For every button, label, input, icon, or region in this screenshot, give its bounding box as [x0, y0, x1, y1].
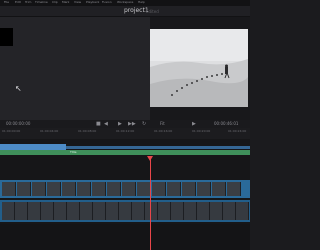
clip-frame-thumbnail: [236, 202, 249, 220]
ruler-tick: 01:00:24:00: [228, 129, 247, 133]
cursor-icon: ↖: [15, 84, 22, 93]
ruler-tick: 01:00:12:00: [116, 129, 135, 133]
clip-frame-thumbnail: [227, 182, 241, 196]
stop-icon[interactable]: ■: [96, 121, 101, 127]
prev-icon[interactable]: ◀: [104, 121, 108, 127]
audio-track-area[interactable]: [0, 224, 250, 250]
ruler-tick: 01:00:08:00: [78, 129, 97, 133]
clip-frame-thumbnail: [132, 202, 145, 220]
clip-frame-thumbnail: [122, 182, 136, 196]
clip-frame-thumbnail: [107, 182, 121, 196]
clip-frame-thumbnail: [145, 202, 158, 220]
clip-frame-thumbnail: [197, 182, 211, 196]
clip-frame-thumbnail: [54, 202, 67, 220]
clip-frame-thumbnail: [15, 202, 28, 220]
viewer-video[interactable]: [150, 29, 248, 107]
ruler-tick: 01:00:20:00: [192, 129, 211, 133]
playhead-handle[interactable]: [147, 156, 153, 161]
clip-frame-thumbnail: [171, 202, 184, 220]
video-track-1[interactable]: [0, 180, 250, 198]
loop-icon[interactable]: ↻: [142, 121, 146, 127]
clip-frame-thumbnail: [184, 202, 197, 220]
menu-trim[interactable]: Trim: [25, 0, 31, 5]
zoom-select[interactable]: Fit: [160, 121, 165, 127]
ruler-tick: 01:00:04:00: [40, 129, 59, 133]
media-pool[interactable]: [0, 17, 150, 120]
playhead[interactable]: [150, 156, 151, 250]
clip-frame-thumbnail: [210, 202, 223, 220]
clip-frame-thumbnail: [41, 202, 54, 220]
clip-frame-thumbnail: [67, 202, 80, 220]
ruler-tick: 01:00:00:00: [2, 129, 21, 133]
clip-frame-thumbnail: [62, 182, 76, 196]
menu-mark[interactable]: Mark: [62, 0, 69, 5]
transport-controls: 00:00:00:00 ■ ◀ ▶ ▶▶ ↻ Fit ▶ 00:00:46:01: [0, 120, 250, 128]
clip-frame-thumbnail: [47, 182, 61, 196]
menu-file[interactable]: File: [4, 0, 9, 5]
menu-clip[interactable]: Clip: [52, 0, 58, 5]
snow-scene-image: [150, 29, 248, 107]
clip-frame-thumbnail: [182, 182, 196, 196]
menu-fusion[interactable]: Fusion: [102, 0, 112, 5]
project-title: project1: [124, 7, 149, 14]
clip-frame-thumbnail: [77, 182, 91, 196]
clip-frame-thumbnail: [92, 182, 106, 196]
title-bar: project1 Edited: [0, 6, 250, 17]
clip-frame-thumbnail: [93, 202, 106, 220]
play-button-viewer[interactable]: ▶: [192, 121, 196, 127]
clip-frame-thumbnail: [2, 182, 16, 196]
next-icon[interactable]: ▶▶: [128, 121, 136, 127]
menu-view[interactable]: View: [74, 0, 81, 5]
video-track-2[interactable]: [0, 200, 250, 222]
clip-frame-thumbnail: [223, 202, 236, 220]
menu-timeline[interactable]: Timeline: [35, 0, 48, 5]
timecode-right: 00:00:46:01: [214, 121, 239, 126]
clip-frame-thumbnail: [32, 182, 46, 196]
clip-frame-thumbnail: [137, 182, 151, 196]
timecode-left: 00:00:00:00: [6, 121, 31, 126]
title-clip[interactable]: Title: [0, 150, 250, 155]
play-icon[interactable]: ▶: [118, 121, 122, 127]
clip-frame-thumbnail: [152, 182, 166, 196]
project-subtitle: Edited: [146, 9, 159, 14]
clip-frame-thumbnail: [158, 202, 171, 220]
clip-frame-thumbnail: [17, 182, 31, 196]
clip-frame-thumbnail: [80, 202, 93, 220]
audio-clip-blue-2[interactable]: [66, 146, 250, 149]
clip-frame-thumbnail: [212, 182, 226, 196]
menu-edit[interactable]: Edit: [15, 0, 21, 5]
clip-frame-thumbnail: [2, 202, 15, 220]
menu-help[interactable]: Help: [138, 0, 145, 5]
menu-playback[interactable]: Playback: [86, 0, 99, 5]
clip-thumbnail[interactable]: [0, 28, 13, 46]
clip-frame-thumbnail: [167, 182, 181, 196]
clip-frame-thumbnail: [28, 202, 41, 220]
ruler-tick: 01:00:16:00: [154, 129, 173, 133]
clip-frame-thumbnail: [119, 202, 132, 220]
title-clip-label: Title: [70, 150, 77, 154]
menu-workspace[interactable]: Workspace: [117, 0, 133, 5]
clip-frame-thumbnail: [197, 202, 210, 220]
clip-frame-thumbnail: [106, 202, 119, 220]
